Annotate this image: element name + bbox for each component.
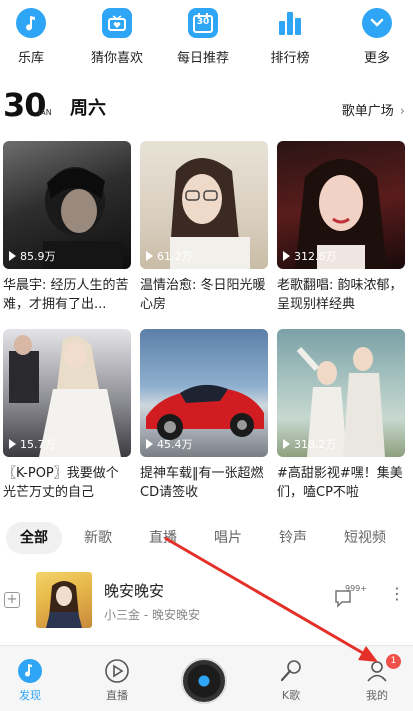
tab-ringtones[interactable]: 铃声: [279, 522, 307, 554]
date-day: 30: [3, 86, 47, 124]
playlist-title: 提神车载‖有一张超燃CD请签收: [140, 466, 264, 500]
playlist-title: 〖K-POP〗我要做个光芒万丈的自己: [3, 466, 119, 500]
playlist-card[interactable]: 45.4万 提神车载‖有一张超燃CD请签收: [140, 329, 268, 502]
quicknav-label: 每日推荐: [176, 51, 229, 66]
play-count-value: 45.4万: [157, 438, 193, 451]
bottom-tab-karaoke[interactable]: K歌: [261, 646, 321, 703]
playlist-cover: 318.2万: [277, 329, 405, 457]
chevron-down-icon: [362, 8, 392, 38]
song-artist-album: 小三金 - 晚安晚安: [104, 608, 200, 622]
play-count-value: 312.8万: [294, 250, 337, 263]
play-count-value: 61.2万: [157, 250, 193, 263]
playlist-card[interactable]: 85.9万 华晨宇: 经历人生的苦难，才拥有了出...: [3, 141, 131, 314]
quicknav-item-guess[interactable]: 猜你喜欢: [77, 0, 157, 66]
playlist-title: 老歌翻唱: 韵味浓郁，呈现别样经典: [277, 278, 403, 312]
quicknav-label: 猜你喜欢: [90, 51, 143, 66]
song-cover: [36, 572, 92, 628]
bottom-tab-label: K歌: [281, 689, 301, 702]
quicknav-label: 乐库: [17, 51, 44, 66]
calendar-icon: 30: [188, 8, 218, 38]
playlist-card[interactable]: 318.2万 #高甜影视#嘿！集美们，嗑CP不啦: [277, 329, 405, 502]
calendar-icon-day: 30: [196, 17, 210, 27]
quicknav-label: 更多: [363, 51, 390, 66]
play-icon: [9, 251, 16, 261]
notification-badge: 1: [386, 654, 401, 669]
date-header: 30 JAN 周六 歌单广场 ›: [0, 86, 413, 126]
playlist-title: 华晨宇: 经历人生的苦难，才拥有了出...: [3, 278, 129, 312]
play-count-value: 318.2万: [294, 438, 337, 451]
playlist-card[interactable]: 61.2万 温情治愈: 冬日阳光暖心房: [140, 141, 268, 314]
play-count: 318.2万: [283, 436, 337, 452]
bar-chart-icon: [275, 8, 305, 38]
heart-radio-icon: [102, 8, 132, 38]
play-count: 312.8万: [283, 248, 337, 264]
bottom-tab-label: 发现: [19, 689, 41, 702]
date-weekday: 周六: [70, 98, 106, 119]
quicknav-item-library[interactable]: 乐库: [0, 0, 71, 66]
comment-count: 999+: [345, 584, 367, 593]
play-icon: [283, 251, 290, 261]
quicknav-item-more[interactable]: 更多: [337, 0, 413, 66]
microphone-icon: [280, 660, 301, 682]
playlist-card[interactable]: 15.7万 〖K-POP〗我要做个光芒万丈的自己: [3, 329, 131, 502]
music-note-icon: [16, 8, 46, 38]
live-play-icon: [105, 659, 129, 683]
playlist-title: #高甜影视#嘿！集美们，嗑CP不啦: [277, 466, 403, 500]
playlist-cover: 45.4万: [140, 329, 268, 457]
tab-live[interactable]: 直播: [149, 522, 177, 554]
plaza-label: 歌单广场: [341, 104, 394, 119]
play-icon: [9, 439, 16, 449]
quicknav-label: 排行榜: [270, 51, 310, 66]
bottom-tab-label: 我的: [366, 689, 388, 702]
play-count-value: 85.9万: [20, 250, 56, 263]
play-count: 61.2万: [146, 248, 193, 264]
song-list-item[interactable]: + 晚安晚安 小三金 - 晚安晚安 999+ ⋮: [0, 566, 413, 636]
chevron-right-icon: ›: [399, 104, 405, 119]
play-count: 15.7万: [9, 436, 56, 452]
playlist-cover: 85.9万: [3, 141, 131, 269]
quicknav-item-charts[interactable]: 排行榜: [250, 0, 330, 66]
bottom-tab-discover[interactable]: 发现: [0, 646, 60, 703]
more-options-icon[interactable]: ⋮: [389, 586, 405, 602]
quick-nav: 乐库 猜你喜欢 30 每日推荐 排行榜 更多: [0, 0, 413, 72]
quicknav-item-daily[interactable]: 30 每日推荐: [163, 0, 243, 66]
playlist-plaza-link[interactable]: 歌单广场 ›: [342, 100, 405, 119]
tab-albums[interactable]: 唱片: [214, 522, 242, 554]
playlist-cover: 312.8万: [277, 141, 405, 269]
play-count-value: 15.7万: [20, 438, 56, 451]
play-icon: [283, 439, 290, 449]
playlist-cover: 15.7万: [3, 329, 131, 457]
discover-icon: [18, 659, 42, 683]
tab-all[interactable]: 全部: [6, 522, 62, 554]
playlist-card[interactable]: 312.8万 老歌翻唱: 韵味浓郁，呈现别样经典: [277, 141, 405, 314]
player-disc-icon[interactable]: [181, 658, 227, 704]
playlist-cover: 61.2万: [140, 141, 268, 269]
play-icon: [146, 251, 153, 261]
bottom-tab-live[interactable]: 直播: [87, 646, 147, 703]
date-month: JAN: [38, 108, 52, 117]
playlist-title: 温情治愈: 冬日阳光暖心房: [140, 278, 266, 312]
play-count: 45.4万: [146, 436, 193, 452]
bottom-tab-label: 直播: [106, 689, 128, 702]
category-tabs: 全部 新歌 直播 唱片 铃声 短视频: [0, 522, 413, 556]
tab-short-video[interactable]: 短视频: [344, 522, 386, 554]
bottom-tab-bar: 发现 直播 K歌 我的 1: [0, 645, 413, 711]
add-icon[interactable]: +: [4, 592, 20, 608]
play-icon: [146, 439, 153, 449]
tab-new-songs[interactable]: 新歌: [84, 522, 112, 554]
play-count: 85.9万: [9, 248, 56, 264]
song-title: 晚安晚安: [104, 582, 165, 600]
